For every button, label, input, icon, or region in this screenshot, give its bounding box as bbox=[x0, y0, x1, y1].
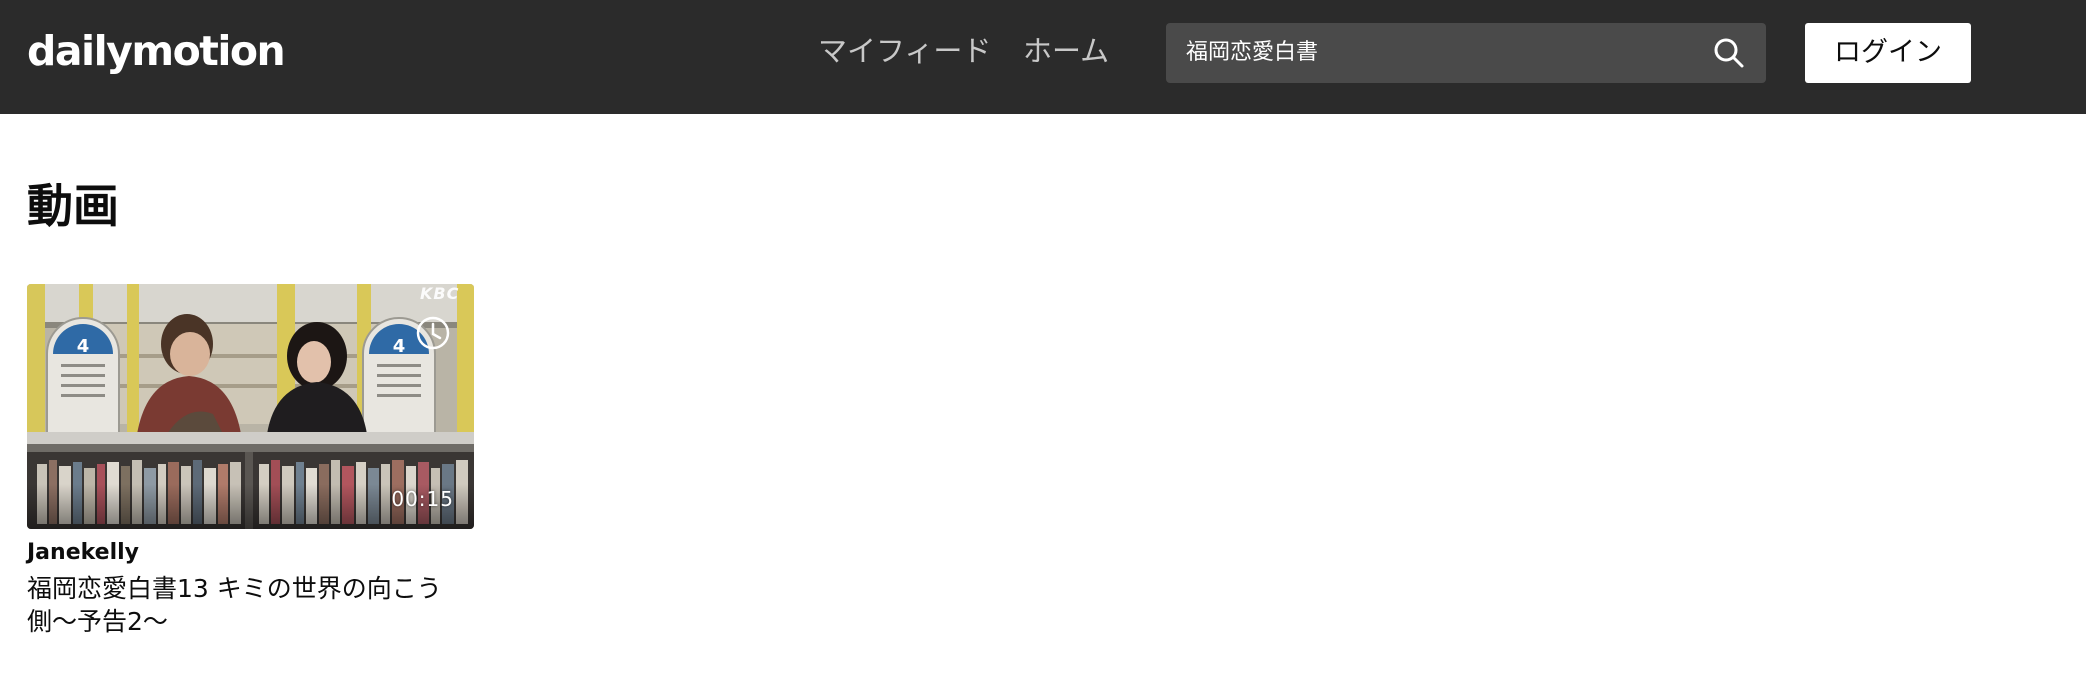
nav-my-feed[interactable]: マイフィード bbox=[818, 30, 991, 72]
search-input[interactable] bbox=[1186, 34, 1686, 72]
svg-text:4: 4 bbox=[77, 336, 90, 357]
svg-text:4: 4 bbox=[393, 336, 406, 357]
video-owner[interactable]: Janekelly bbox=[27, 538, 139, 568]
video-title[interactable]: 福岡恋愛白書13 キミの世界の向こう側〜予告2〜 bbox=[27, 572, 477, 638]
clock-icon[interactable] bbox=[414, 314, 452, 352]
video-card[interactable]: 4 4 KBC 00:15 Janekelly 福岡恋愛白書13 キミの世界の向… bbox=[27, 284, 474, 644]
channel-watermark: KBC bbox=[420, 284, 460, 303]
search-bar bbox=[1166, 23, 1766, 83]
section-title-videos: 動画 bbox=[27, 179, 119, 233]
video-thumbnail[interactable]: 4 4 KBC 00:15 bbox=[27, 284, 474, 529]
dailymotion-logo[interactable]: dailymotion bbox=[27, 24, 286, 78]
nav-home[interactable]: ホーム bbox=[1023, 30, 1109, 72]
top-navigation-bar: dailymotion マイフィード ホーム ログイン bbox=[0, 0, 2086, 114]
login-button[interactable]: ログイン bbox=[1805, 23, 1971, 83]
search-icon[interactable] bbox=[1713, 37, 1745, 69]
video-duration: 00:15 bbox=[391, 487, 454, 511]
